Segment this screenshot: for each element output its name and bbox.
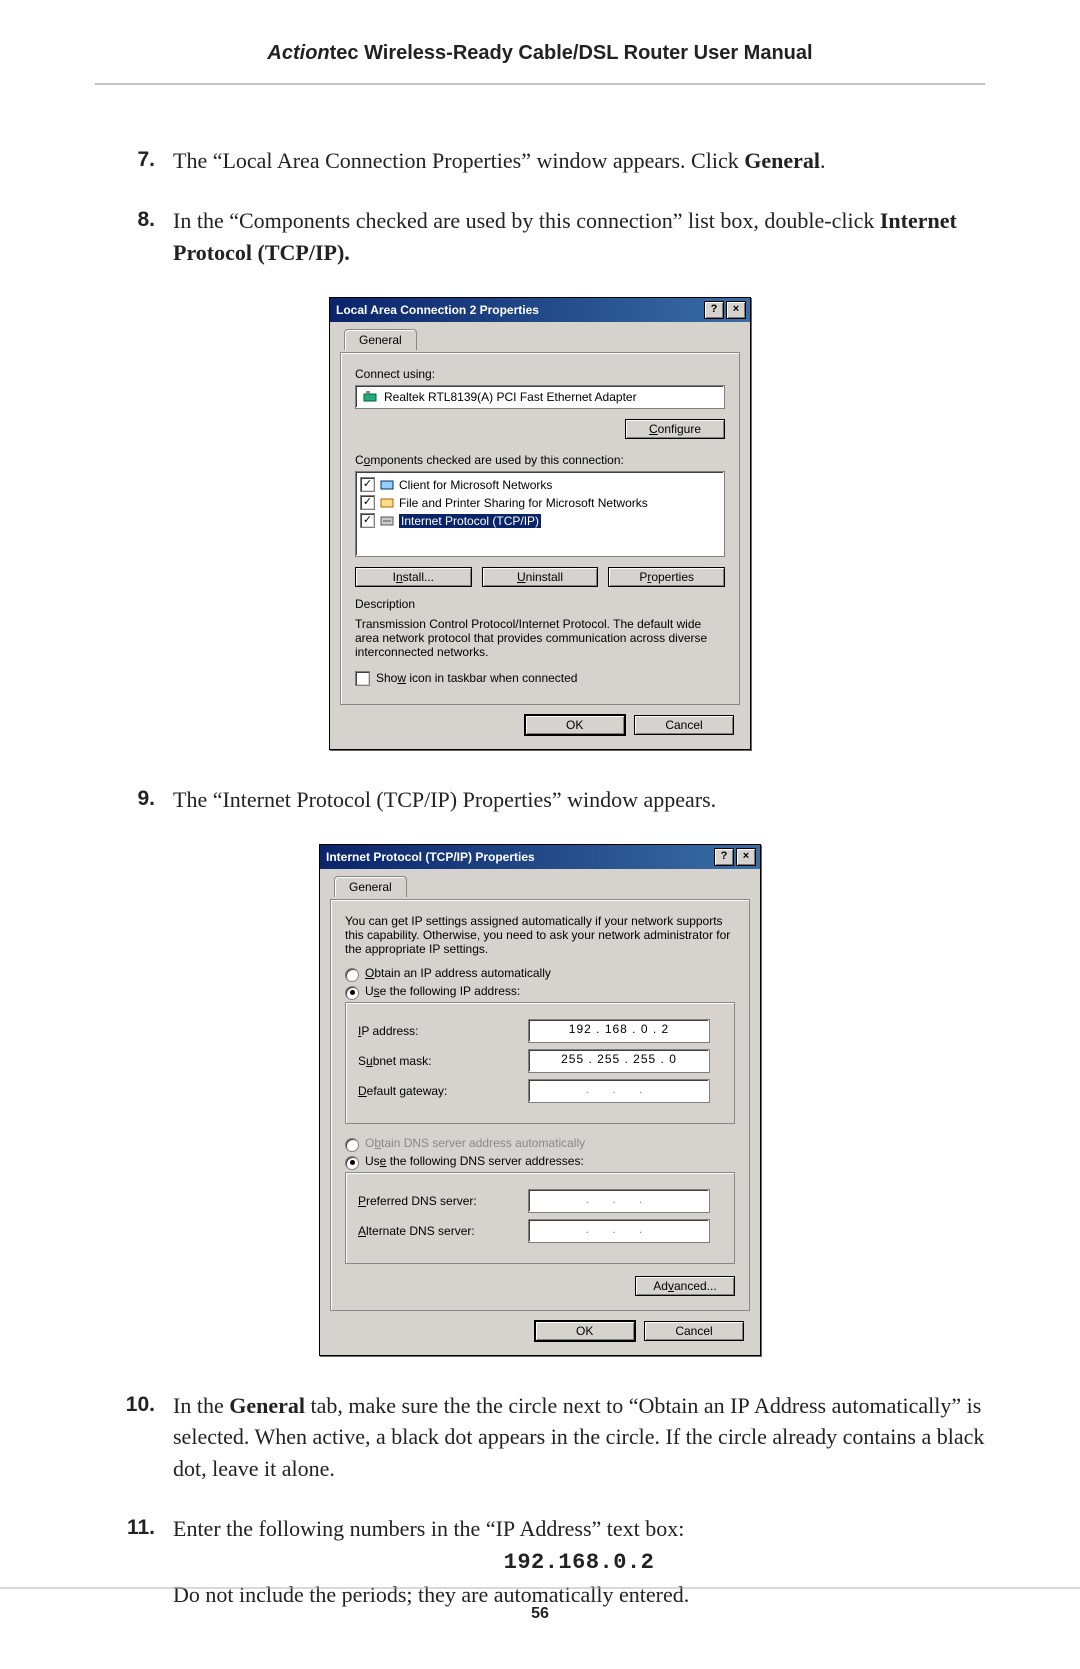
checkbox-icon[interactable]	[355, 671, 370, 686]
uninstall-button[interactable]: Uninstall	[482, 567, 599, 587]
close-button[interactable]: ×	[736, 848, 756, 866]
alt-dns-label: Alternate DNS server:	[358, 1224, 528, 1238]
checkbox-icon[interactable]: ✓	[360, 513, 375, 528]
ok-button[interactable]: OK	[525, 715, 625, 735]
titlebar: Internet Protocol (TCP/IP) Properties ? …	[320, 845, 760, 869]
protocol-icon	[379, 513, 395, 529]
step-8: 8. In the “Components checked are used b…	[95, 205, 985, 269]
step-number: 10.	[95, 1390, 173, 1486]
step-7: 7. The “Local Area Connection Properties…	[95, 145, 985, 177]
help-button[interactable]: ?	[704, 301, 724, 319]
properties-button[interactable]: Properties	[608, 567, 725, 587]
list-item-selected[interactable]: ✓ Internet Protocol (TCP/IP)	[360, 512, 720, 530]
option-auto-ip[interactable]: Obtain an IP address automatically	[345, 966, 735, 980]
footer-rule	[0, 1587, 1080, 1589]
help-button[interactable]: ?	[714, 848, 734, 866]
ip-address-label: IP address:	[358, 1024, 528, 1038]
step-body: In the General tab, make sure the the ci…	[173, 1390, 985, 1486]
install-button[interactable]: Install...	[355, 567, 472, 587]
header-rule	[95, 83, 985, 85]
configure-button[interactable]: Configure	[625, 419, 725, 439]
components-label: Components checked are used by this conn…	[355, 453, 725, 467]
subnet-input[interactable]: 255 . 255 . 255 . 0	[528, 1049, 710, 1073]
option-use-dns[interactable]: Use the following DNS server addresses:	[345, 1154, 735, 1168]
tab-general[interactable]: General	[344, 329, 417, 350]
checkbox-icon[interactable]: ✓	[360, 495, 375, 510]
adapter-field: Realtek RTL8139(A) PCI Fast Ethernet Ada…	[355, 385, 725, 409]
description-label: Description	[355, 597, 725, 611]
step-11: 11. Enter the following numbers in the “…	[95, 1513, 985, 1611]
gateway-input[interactable]: . . .	[528, 1079, 710, 1103]
step-body: The “Local Area Connection Properties” w…	[173, 145, 985, 177]
ip-literal: 192.168.0.2	[173, 1547, 985, 1579]
radio-icon[interactable]	[345, 1156, 359, 1170]
step-number: 8.	[95, 205, 173, 269]
brand-suffix: tec	[330, 42, 359, 64]
alt-dns-input[interactable]: . . .	[528, 1219, 710, 1243]
page-number: 56	[0, 1605, 1080, 1623]
adapter-icon	[362, 389, 378, 405]
ok-button[interactable]: OK	[535, 1321, 635, 1341]
gateway-label: Default gateway:	[358, 1084, 528, 1098]
radio-icon[interactable]	[345, 968, 359, 982]
brand-prefix: Action	[267, 42, 329, 64]
step-number: 7.	[95, 145, 173, 177]
step-10: 10. In the General tab, make sure the th…	[95, 1390, 985, 1486]
ip-address-input[interactable]: 192 . 168 . 0 . 2	[528, 1019, 710, 1043]
tab-general[interactable]: General	[334, 876, 407, 897]
list-item[interactable]: ✓ File and Printer Sharing for Microsoft…	[360, 494, 720, 512]
share-icon	[379, 495, 395, 511]
step-number: 11.	[95, 1513, 173, 1611]
step-9: 9. The “Internet Protocol (TCP/IP) Prope…	[95, 784, 985, 816]
step-body: Enter the following numbers in the “IP A…	[173, 1513, 985, 1611]
close-button[interactable]: ×	[726, 301, 746, 319]
list-item[interactable]: ✓ Client for Microsoft Networks	[360, 476, 720, 494]
checkbox-icon[interactable]: ✓	[360, 477, 375, 492]
ip-group: IP address: 192 . 168 . 0 . 2 Subnet mas…	[345, 1002, 735, 1124]
dns-group: Preferred DNS server: . . . Alternate DN…	[345, 1172, 735, 1264]
option-auto-dns: Obtain DNS server address automatically	[345, 1136, 735, 1150]
components-list[interactable]: ✓ Client for Microsoft Networks ✓ File a…	[355, 471, 725, 557]
radio-icon[interactable]	[345, 986, 359, 1000]
header-title: Wireless-Ready Cable/DSL Router User Man…	[359, 42, 813, 64]
step-body: In the “Components checked are used by t…	[173, 205, 985, 269]
show-icon-option[interactable]: Show icon in taskbar when connected	[355, 671, 725, 686]
pref-dns-input[interactable]: . . .	[528, 1189, 710, 1213]
client-icon	[379, 477, 395, 493]
titlebar: Local Area Connection 2 Properties ? ×	[330, 298, 750, 322]
window-title: Local Area Connection 2 Properties	[334, 303, 702, 317]
description-text: Transmission Control Protocol/Internet P…	[355, 615, 725, 667]
window-title: Internet Protocol (TCP/IP) Properties	[324, 850, 712, 864]
pref-dns-label: Preferred DNS server:	[358, 1194, 528, 1208]
intro-text: You can get IP settings assigned automat…	[345, 914, 735, 956]
step-body: The “Internet Protocol (TCP/IP) Properti…	[173, 784, 985, 816]
radio-icon	[345, 1138, 359, 1152]
page-header: Actiontec Wireless-Ready Cable/DSL Route…	[95, 42, 985, 83]
subnet-label: Subnet mask:	[358, 1054, 528, 1068]
step-number: 9.	[95, 784, 173, 816]
option-use-ip[interactable]: Use the following IP address:	[345, 984, 735, 998]
advanced-button[interactable]: Advanced...	[635, 1276, 735, 1296]
dialog-tcpip-properties: Internet Protocol (TCP/IP) Properties ? …	[319, 844, 761, 1356]
connect-using-label: Connect using:	[355, 367, 725, 381]
adapter-name: Realtek RTL8139(A) PCI Fast Ethernet Ada…	[384, 390, 637, 404]
cancel-button[interactable]: Cancel	[634, 715, 734, 735]
dialog-connection-properties: Local Area Connection 2 Properties ? × G…	[329, 297, 751, 750]
cancel-button[interactable]: Cancel	[644, 1321, 744, 1341]
